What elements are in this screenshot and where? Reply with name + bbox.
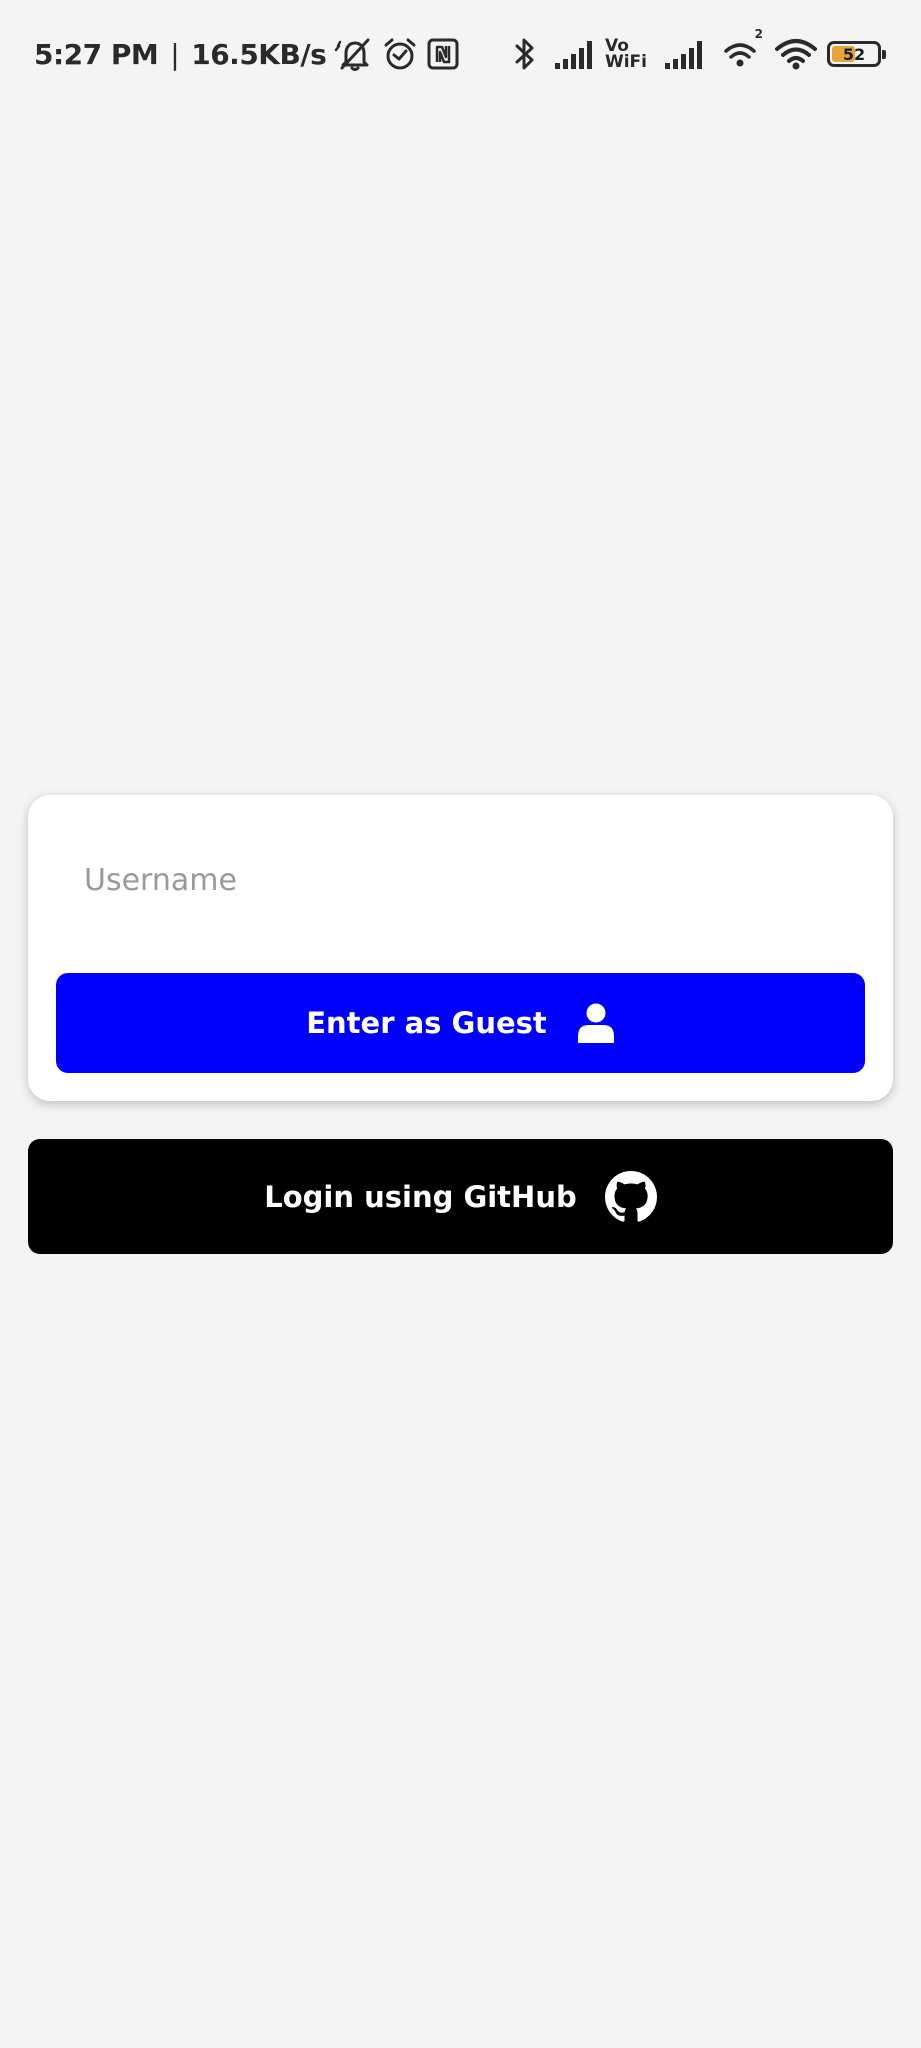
vowifi-icon: Vo WiFi [604, 38, 647, 72]
wifi-calling-icon: 2 [723, 27, 763, 71]
hotspot-badge: 2 [754, 27, 763, 41]
battery-icon: 52 [827, 41, 886, 67]
github-icon [604, 1170, 657, 1223]
user-icon [577, 1003, 615, 1043]
github-button-label: Login using GitHub [264, 1179, 577, 1214]
bluetooth-icon [513, 36, 537, 72]
username-input[interactable] [84, 845, 824, 915]
wifi-icon [775, 38, 817, 70]
nfc-icon [426, 37, 460, 71]
alarm-icon [382, 36, 418, 72]
battery-level: 52 [842, 44, 866, 64]
network-speed: 16.5KB/s [191, 37, 327, 71]
status-bar-right: Vo WiFi 2 52 [505, 27, 886, 76]
mute-bell-icon [334, 36, 374, 72]
login-card: Enter as Guest [28, 795, 893, 1101]
status-bar: 5:27 PM | 16.5KB/s Vo WiFi 2 52 [0, 0, 921, 110]
status-bar-left: 5:27 PM | 16.5KB/s [34, 34, 460, 74]
vowifi-bottom: WiFi [604, 52, 647, 72]
enter-as-guest-button[interactable]: Enter as Guest [56, 973, 865, 1073]
guest-button-label: Enter as Guest [306, 1006, 547, 1040]
signal-icon [665, 39, 705, 69]
status-separator: | [170, 37, 180, 71]
login-with-github-button[interactable]: Login using GitHub [28, 1139, 893, 1254]
status-time: 5:27 PM [34, 37, 159, 71]
signal-icon [554, 39, 595, 69]
